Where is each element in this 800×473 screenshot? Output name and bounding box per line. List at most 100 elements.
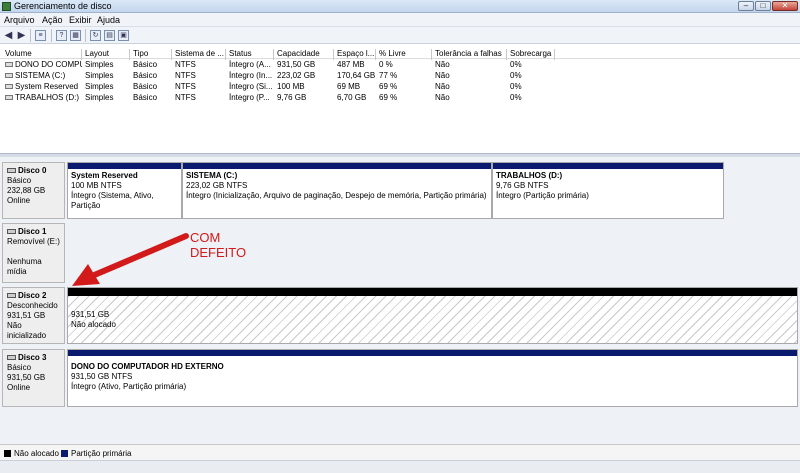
legend-label-unallocated: Não alocado — [14, 449, 59, 458]
volume-icon — [5, 73, 13, 79]
cell-tipo: Básico — [133, 71, 158, 80]
disk-name: Disco 3 — [18, 353, 47, 362]
partition-status: Íntegro (Ativo, Partição primária) — [71, 382, 187, 391]
cell-tolerancia: Não — [435, 71, 450, 80]
cell-capacidade: 9,76 GB — [277, 93, 307, 102]
disk-info-3[interactable]: Disco 3 Básico 931,50 GB Online — [2, 349, 65, 407]
refresh-icon[interactable]: ↻ — [90, 30, 101, 41]
partition-size: 223,02 GB NTFS — [186, 181, 248, 190]
disk-partitions-3: DONO DO COMPUTADOR HD EXTERNO 931,50 GB … — [67, 349, 798, 407]
cell-sobrecarga: 0% — [510, 71, 522, 80]
title-bar: Gerenciamento de disco – □ ✕ — [0, 0, 800, 13]
column-header-status[interactable]: Status — [226, 49, 274, 60]
disk-name: Disco 2 — [18, 291, 47, 300]
disk-state: Online — [7, 196, 31, 205]
cell-status: Íntegro (A... — [229, 60, 271, 69]
column-header-sistema[interactable]: Sistema de ... — [172, 49, 226, 60]
disk-graph-view: Disco 0 Básico 232,88 GB Online System R… — [0, 157, 800, 444]
legend-swatch-unallocated — [4, 450, 11, 457]
cell-sobrecarga: 0% — [510, 93, 522, 102]
menu-bar: Arquivo Ação Exibir Ajuda — [0, 13, 800, 27]
disk-info-0[interactable]: Disco 0 Básico 232,88 GB Online — [2, 162, 65, 219]
cell-capacidade: 931,50 GB — [277, 60, 316, 69]
cell-tipo: Básico — [133, 60, 158, 69]
volume-list-header: Volume Layout Tipo Sistema de ... Status… — [0, 47, 800, 60]
table-row[interactable]: DONO DO COMPUTA... Simples Básico NTFS Í… — [0, 60, 800, 71]
list-view-icon[interactable]: ≡ — [35, 30, 46, 41]
properties-icon[interactable]: ▦ — [70, 30, 81, 41]
cell-layout: Simples — [85, 60, 114, 69]
maximize-button[interactable]: □ — [755, 1, 771, 11]
help-icon[interactable]: ? — [56, 30, 67, 41]
back-arrow-icon[interactable]: ◀ — [3, 30, 14, 41]
column-header-layout[interactable]: Layout — [82, 49, 130, 60]
table-row[interactable]: System Reserved Simples Básico NTFS Ínte… — [0, 82, 800, 93]
volume-icon — [5, 95, 13, 101]
disk-name: Disco 0 — [18, 166, 47, 175]
menu-exibir[interactable]: Exibir — [69, 15, 92, 25]
legend-label-primary: Partição primária — [71, 449, 132, 458]
partition-name: TRABALHOS (D:) — [496, 171, 563, 180]
partition-status: Íntegro (Partição primária) — [496, 191, 589, 200]
column-header-tipo[interactable]: Tipo — [130, 49, 172, 60]
table-row[interactable]: TRABALHOS (D:) Simples Básico NTFS Ínteg… — [0, 93, 800, 104]
cell-capacidade: 100 MB — [277, 82, 305, 91]
disk-type: Básico — [7, 176, 32, 185]
column-header-sobrecarga[interactable]: Sobrecarga — [507, 49, 555, 60]
column-header-percent-livre[interactable]: % Livre — [376, 49, 432, 60]
column-header-espaco-livre[interactable]: Espaço l... — [334, 49, 376, 60]
cell-sistema: NTFS — [175, 60, 196, 69]
cell-volume: TRABALHOS (D:) — [2, 93, 82, 104]
disk-name: Disco 1 — [18, 227, 47, 236]
rescan-icon[interactable]: ▤ — [104, 30, 115, 41]
cell-volume: DONO DO COMPUTA... — [2, 60, 82, 71]
cell-percent-livre: 77 % — [379, 71, 398, 80]
partition-trabalhos-d[interactable]: TRABALHOS (D:) 9,76 GB NTFS Íntegro (Par… — [492, 162, 724, 219]
cell-sistema: NTFS — [175, 93, 196, 102]
disk-partitions-2: 931,51 GB Não alocado — [67, 287, 798, 344]
disk-row-3: Disco 3 Básico 931,50 GB Online DONO DO … — [2, 349, 798, 407]
cell-status: Íntegro (Si... — [229, 82, 273, 91]
disk-size: 931,50 GB — [7, 373, 46, 382]
cell-status: Íntegro (In... — [229, 71, 273, 80]
cell-espaco-livre: 6,70 GB — [337, 93, 367, 102]
partition-size: 931,50 GB NTFS — [71, 372, 133, 381]
menu-acao[interactable]: Ação — [42, 15, 63, 25]
partition-sistema-c[interactable]: SISTEMA (C:) 223,02 GB NTFS Íntegro (Ini… — [182, 162, 492, 219]
disk-partitions-0: System Reserved 100 MB NTFS Íntegro (Sis… — [67, 162, 798, 219]
disk-type: Removível (E:) — [7, 237, 60, 246]
partition-unallocated[interactable]: 931,51 GB Não alocado — [67, 287, 798, 344]
partition-system-reserved[interactable]: System Reserved 100 MB NTFS Íntegro (Sis… — [67, 162, 182, 219]
close-button[interactable]: ✕ — [772, 1, 798, 11]
menu-arquivo[interactable]: Arquivo — [4, 15, 35, 25]
disk-management-app-icon — [2, 2, 11, 11]
volume-icon — [5, 62, 13, 68]
annotation-line-1: COM — [190, 230, 221, 245]
cell-espaco-livre: 170,64 GB — [337, 71, 376, 80]
disk-state: Online — [7, 383, 31, 392]
partition-size: 931,51 GB — [71, 310, 110, 319]
partition-hd-externo[interactable]: DONO DO COMPUTADOR HD EXTERNO 931,50 GB … — [67, 349, 798, 407]
forward-arrow-icon[interactable]: ▶ — [16, 30, 27, 41]
cell-sobrecarga: 0% — [510, 60, 522, 69]
settings-icon[interactable]: ▣ — [118, 30, 129, 41]
volume-list: Volume Layout Tipo Sistema de ... Status… — [0, 45, 800, 153]
toolbar-separator — [85, 29, 86, 42]
cell-percent-livre: 69 % — [379, 82, 398, 91]
column-header-tolerancia[interactable]: Tolerância a falhas — [432, 49, 507, 60]
partition-name: DONO DO COMPUTADOR HD EXTERNO — [71, 362, 224, 371]
cell-percent-livre: 69 % — [379, 93, 398, 102]
cell-layout: Simples — [85, 93, 114, 102]
partition-bar — [68, 350, 797, 356]
minimize-button[interactable]: – — [738, 1, 754, 11]
partition-size: 100 MB NTFS — [71, 181, 122, 190]
cell-tolerancia: Não — [435, 82, 450, 91]
annotation-line-2: DEFEITO — [190, 245, 247, 260]
column-header-volume[interactable]: Volume — [2, 49, 82, 60]
cell-tipo: Básico — [133, 82, 158, 91]
table-row[interactable]: SISTEMA (C:) Simples Básico NTFS Íntegro… — [0, 71, 800, 82]
disk-info-2[interactable]: Disco 2 Desconhecido 931,51 GB Não inici… — [2, 287, 65, 344]
column-header-capacidade[interactable]: Capacidade — [274, 49, 334, 60]
disk-info-1[interactable]: Disco 1 Removível (E:) Nenhuma mídia — [2, 223, 65, 283]
menu-ajuda[interactable]: Ajuda — [97, 15, 120, 25]
